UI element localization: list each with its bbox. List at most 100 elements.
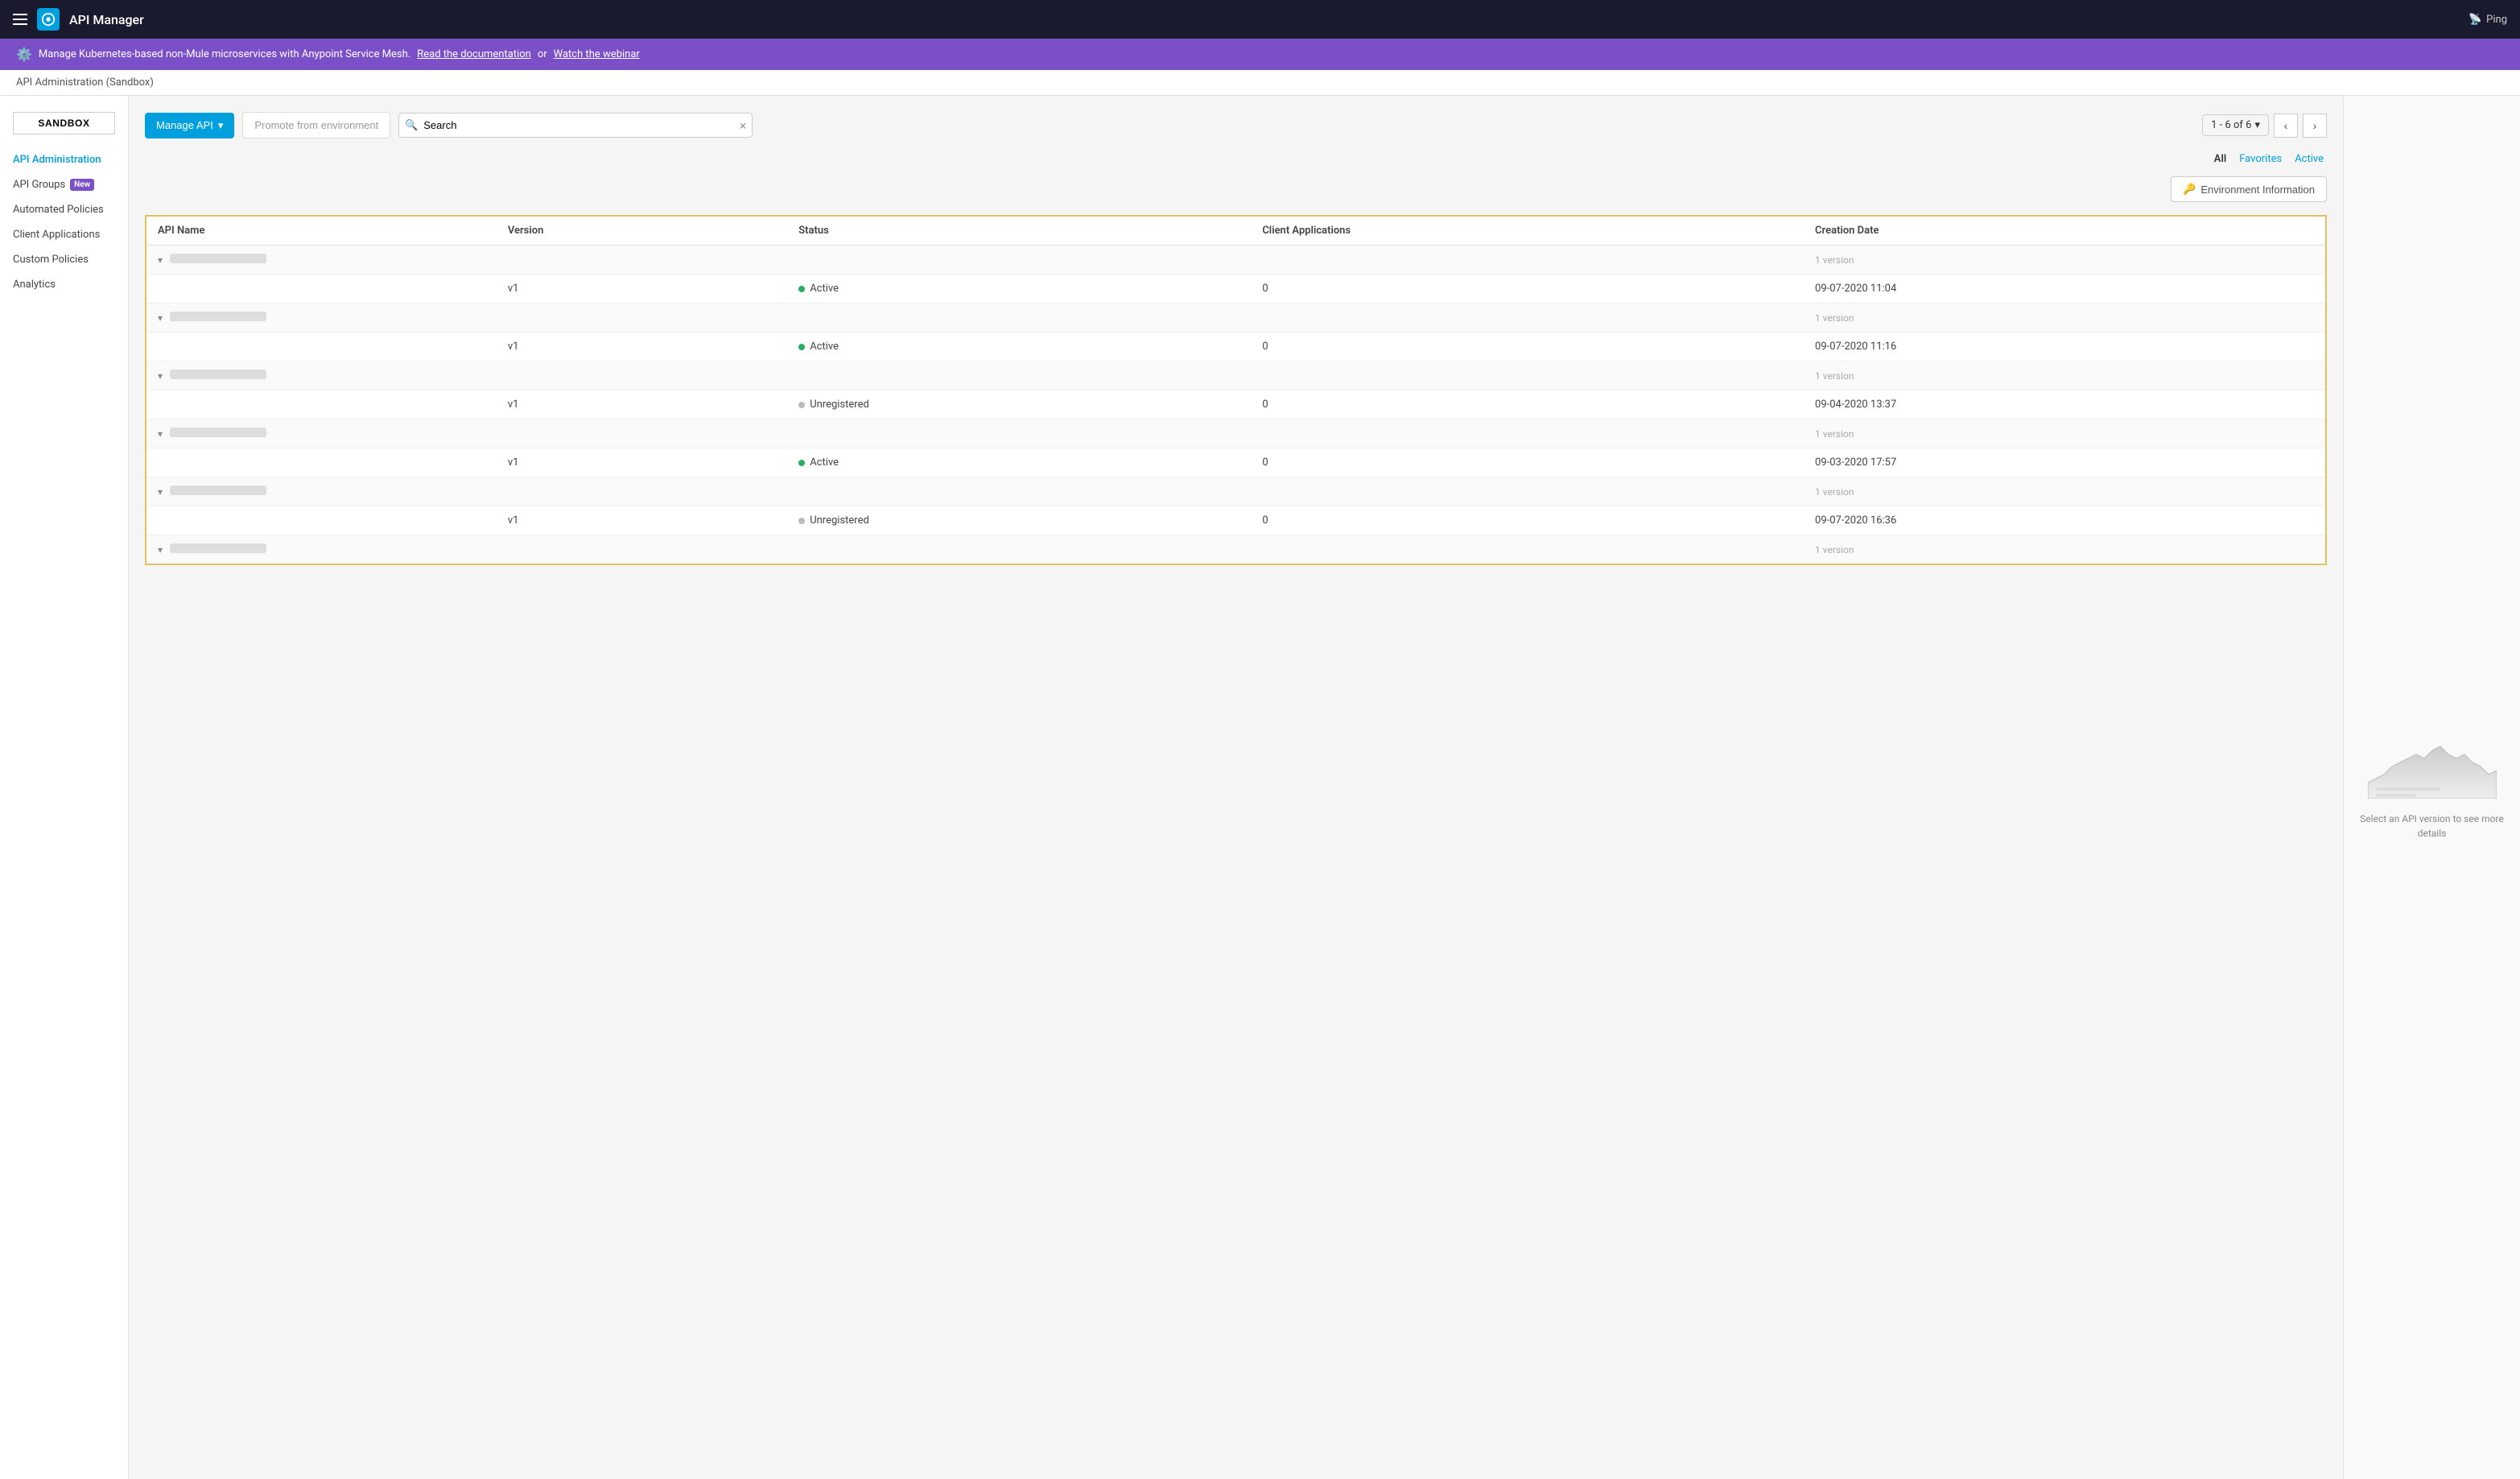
read-docs-link[interactable]: Read the documentation [417, 48, 531, 60]
expand-icon[interactable]: ▾ [158, 544, 163, 556]
client-apps-cell: 0 [1251, 333, 1804, 361]
client-apps-cell: 0 [1251, 275, 1804, 304]
version-count: 1 version [1804, 419, 2326, 448]
table-group-row[interactable]: ▾ 1 version [146, 361, 2326, 390]
clear-search-icon[interactable]: × [740, 118, 747, 133]
dropdown-chevron-icon: ▾ [218, 119, 224, 132]
api-name-blurred [170, 370, 266, 379]
sidebar-item-client-applications[interactable]: Client Applications [0, 222, 128, 247]
filter-tab-favorites[interactable]: Favorites [2239, 151, 2282, 167]
col-status: Status [787, 216, 1251, 246]
api-name-blurred [170, 485, 266, 495]
pagination-info: 1 - 6 of 6 ▾ [2202, 114, 2269, 136]
search-input[interactable] [398, 113, 753, 138]
version-count: 1 version [1804, 477, 2326, 506]
table-row[interactable]: v1 Active 0 09-03-2020 17:57 [146, 448, 2326, 477]
status-cell: Active [787, 333, 1251, 361]
status-cell: Active [787, 448, 1251, 477]
api-chart [2368, 734, 2497, 799]
pagination-controls: 1 - 6 of 6 ▾ ‹ › [2202, 114, 2327, 138]
status-dot [798, 460, 805, 466]
api-name-cell [146, 390, 497, 419]
filter-tab-all[interactable]: All [2214, 151, 2226, 167]
sidebar: SANDBOX API Administration API Groups Ne… [0, 96, 129, 1479]
sidebar-item-analytics[interactable]: Analytics [0, 272, 128, 297]
chart-svg [2368, 734, 2497, 799]
client-apps-cell: 0 [1251, 506, 1804, 535]
status-cell: Unregistered [787, 506, 1251, 535]
expand-icon[interactable]: ▾ [158, 254, 163, 266]
pagination-dropdown-icon[interactable]: ▾ [2254, 119, 2260, 131]
version-cell: v1 [497, 333, 787, 361]
promote-from-env-button[interactable]: Promote from environment [242, 112, 390, 138]
new-badge: New [70, 179, 94, 191]
api-name-cell [146, 333, 497, 361]
version-count: 1 version [1804, 246, 2326, 275]
expand-icon[interactable]: ▾ [158, 486, 163, 498]
status-dot [798, 286, 805, 292]
filter-tab-active[interactable]: Active [2295, 151, 2324, 167]
status-dot [798, 344, 805, 350]
col-creation-date: Creation Date [1804, 216, 2326, 246]
banner-icon: ⚙️ [16, 47, 32, 62]
anypoint-logo [37, 8, 60, 31]
next-page-button[interactable]: › [2303, 114, 2327, 138]
expand-icon[interactable]: ▾ [158, 428, 163, 440]
ping-indicator: 📡 Ping [2468, 14, 2507, 26]
status-text: Active [810, 283, 839, 295]
version-cell: v1 [497, 448, 787, 477]
ping-icon: 📡 [2468, 14, 2481, 26]
status-text: Unregistered [810, 399, 869, 411]
api-name-cell [146, 506, 497, 535]
env-selector[interactable]: SANDBOX [0, 105, 128, 141]
sidebar-item-api-administration[interactable]: API Administration [0, 147, 128, 172]
version-cell: v1 [497, 390, 787, 419]
version-count: 1 version [1804, 304, 2326, 333]
hamburger-menu[interactable] [13, 14, 27, 25]
expand-icon[interactable]: ▾ [158, 370, 163, 382]
col-version: Version [497, 216, 787, 246]
table-group-row[interactable]: ▾ 1 version [146, 419, 2326, 448]
col-api-name: API Name [146, 216, 497, 246]
sidebar-item-custom-policies[interactable]: Custom Policies [0, 247, 128, 272]
sidebar-item-automated-policies[interactable]: Automated Policies [0, 197, 128, 222]
watch-webinar-link[interactable]: Watch the webinar [554, 48, 640, 60]
api-name-blurred [170, 543, 266, 553]
key-icon: 🔑 [2183, 183, 2196, 196]
status-dot [798, 402, 805, 408]
api-name-blurred [170, 254, 266, 263]
environment-info-button[interactable]: 🔑 Environment Information [2171, 176, 2327, 202]
status-cell: Active [787, 275, 1251, 304]
sandbox-button[interactable]: SANDBOX [13, 112, 115, 134]
table-group-row[interactable]: ▾ 1 version [146, 477, 2326, 506]
table-row[interactable]: v1 Unregistered 0 09-07-2020 16:36 [146, 506, 2326, 535]
right-panel: Select an API version to see more detail… [2343, 96, 2520, 1479]
version-cell: v1 [497, 506, 787, 535]
creation-date-cell: 09-07-2020 16:36 [1804, 506, 2326, 535]
table-row[interactable]: v1 Unregistered 0 09-04-2020 13:37 [146, 390, 2326, 419]
status-dot [798, 518, 805, 524]
api-table: API Name Version Status Client Applicati… [145, 215, 2327, 565]
status-text: Active [810, 457, 839, 469]
expand-icon[interactable]: ▾ [158, 312, 163, 324]
version-count: 1 version [1804, 535, 2326, 565]
table-group-row[interactable]: ▾ 1 version [146, 535, 2326, 565]
right-panel-hint: Select an API version to see more detail… [2357, 812, 2507, 841]
table-group-row[interactable]: ▾ 1 version [146, 304, 2326, 333]
manage-api-button[interactable]: Manage API ▾ [145, 113, 234, 138]
sidebar-item-api-groups[interactable]: API Groups New [0, 172, 128, 197]
status-text: Active [810, 341, 839, 353]
app-title: API Manager [69, 12, 144, 27]
env-info-container: 🔑 Environment Information [145, 176, 2327, 202]
api-name-blurred [170, 312, 266, 321]
search-icon: 🔍 [405, 119, 418, 131]
client-apps-cell: 0 [1251, 390, 1804, 419]
table-group-row[interactable]: ▾ 1 version [146, 246, 2326, 275]
prev-page-button[interactable]: ‹ [2274, 114, 2298, 138]
table-row[interactable]: v1 Active 0 09-07-2020 11:16 [146, 333, 2326, 361]
top-nav: API Manager 📡 Ping [0, 0, 2520, 39]
table-row[interactable]: v1 Active 0 09-07-2020 11:04 [146, 275, 2326, 304]
creation-date-cell: 09-04-2020 13:37 [1804, 390, 2326, 419]
version-cell: v1 [497, 275, 787, 304]
creation-date-cell: 09-07-2020 11:16 [1804, 333, 2326, 361]
